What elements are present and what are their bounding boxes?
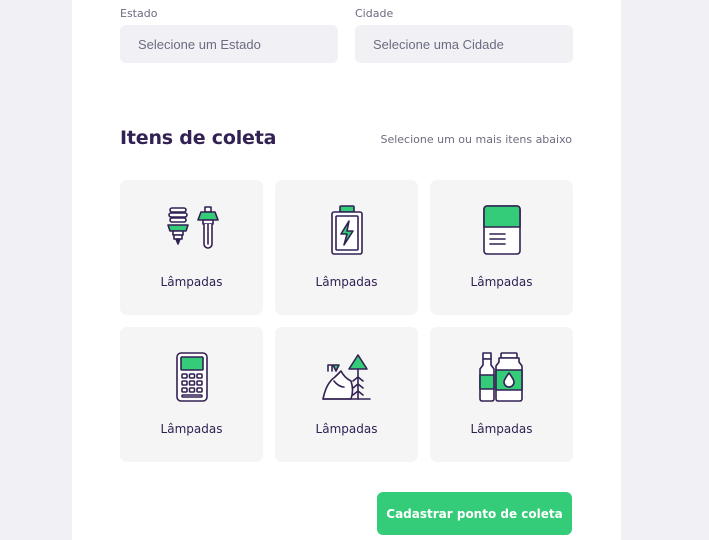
item-label: Lâmpadas	[470, 422, 533, 436]
item-label: Lâmpadas	[315, 275, 378, 289]
city-select-value: Selecione uma Cidade	[373, 36, 504, 52]
state-label: Estado	[120, 7, 158, 20]
items-section-hint: Selecione um ou mais itens abaixo	[380, 133, 572, 146]
item-label: Lâmpadas	[160, 275, 223, 289]
item-card[interactable]: Lâmpadas	[120, 180, 263, 315]
items-grid: Lâmpadas Lâmpadas Lâmpadas Lâmpadas Lâmp…	[120, 180, 573, 462]
item-card[interactable]: Lâmpadas	[120, 327, 263, 462]
state-select-value: Selecione um Estado	[138, 36, 261, 52]
item-label: Lâmpadas	[315, 422, 378, 436]
city-select[interactable]: Selecione uma Cidade	[355, 25, 573, 63]
item-card[interactable]: Lâmpadas	[430, 180, 573, 315]
item-label: Lâmpadas	[160, 422, 223, 436]
items-section-title: Itens de coleta	[120, 127, 277, 149]
paper-icon	[475, 204, 529, 256]
form-card: Estado Selecione um Estado Cidade Seleci…	[72, 0, 621, 540]
submit-button[interactable]: Cadastrar ponto de coleta	[377, 492, 572, 535]
lamps-icon	[165, 204, 219, 256]
state-select[interactable]: Selecione um Estado	[120, 25, 338, 63]
electronics-icon	[165, 351, 219, 403]
city-label: Cidade	[355, 7, 394, 20]
organic-icon	[320, 351, 374, 403]
item-label: Lâmpadas	[470, 275, 533, 289]
oil-icon	[475, 351, 529, 403]
battery-icon	[320, 204, 374, 256]
item-card[interactable]: Lâmpadas	[275, 327, 418, 462]
item-card[interactable]: Lâmpadas	[275, 180, 418, 315]
item-card[interactable]: Lâmpadas	[430, 327, 573, 462]
